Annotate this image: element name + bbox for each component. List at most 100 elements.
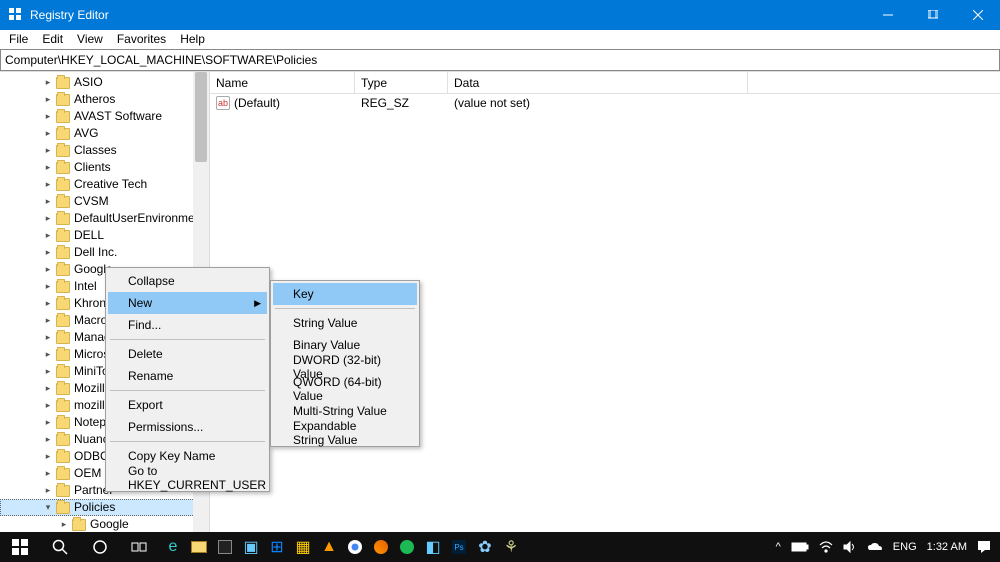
chevron-right-icon[interactable]: ▸	[42, 145, 54, 157]
scrollbar-thumb[interactable]	[195, 72, 207, 162]
taskbar-app-icon[interactable]: ⊞	[264, 532, 290, 562]
chevron-down-icon[interactable]: ▾	[42, 502, 54, 514]
tree-node[interactable]: ▸CVSM	[0, 193, 209, 210]
tree-node[interactable]: ▸Clients	[0, 159, 209, 176]
taskbar-spotify-icon[interactable]	[394, 532, 420, 562]
tray-wifi-icon[interactable]	[814, 541, 838, 553]
chevron-right-icon[interactable]: ▸	[42, 281, 54, 293]
start-button[interactable]	[0, 532, 40, 562]
taskbar-photoshop-icon[interactable]: Ps	[446, 532, 472, 562]
taskbar[interactable]: e ▣ ⊞ ▦ ▲ ◧ Ps ✿ ⚘ ^ ENG 1:32 AM	[0, 532, 1000, 562]
tree-node[interactable]: ▸Atheros	[0, 91, 209, 108]
menu-help[interactable]: Help	[173, 31, 212, 47]
context-menu[interactable]: CollapseNew▶Find... DeleteRename ExportPer…	[105, 267, 270, 492]
chevron-right-icon[interactable]: ▸	[42, 230, 54, 242]
chevron-right-icon[interactable]: ▸	[42, 247, 54, 259]
chevron-right-icon[interactable]: ▸	[42, 468, 54, 480]
address-input[interactable]	[1, 50, 999, 70]
menu-view[interactable]: View	[70, 31, 110, 47]
tree-node[interactable]: ▸Creative Tech	[0, 176, 209, 193]
cortana-button[interactable]	[80, 532, 120, 562]
menu-item[interactable]: QWORD (64-bit) Value	[273, 378, 417, 400]
menu-item[interactable]: Expandable String Value	[273, 422, 417, 444]
menu-item[interactable]: Key	[273, 283, 417, 305]
chevron-right-icon[interactable]: ▸	[42, 111, 54, 123]
col-header-name[interactable]: Name	[210, 72, 355, 93]
tree-node[interactable]: ▸Google	[0, 516, 209, 532]
chevron-right-icon[interactable]: ▸	[42, 196, 54, 208]
taskbar-firefox-icon[interactable]	[368, 532, 394, 562]
close-button[interactable]	[955, 0, 1000, 30]
menu-item[interactable]: Delete	[108, 343, 267, 365]
taskbar-store-icon[interactable]	[212, 532, 238, 562]
taskbar-app-icon[interactable]: ✿	[472, 532, 498, 562]
menu-file[interactable]: File	[2, 31, 35, 47]
chevron-right-icon[interactable]: ▸	[42, 179, 54, 191]
tree-node[interactable]: ▸DELL	[0, 227, 209, 244]
menu-item[interactable]: Rename	[108, 365, 267, 387]
menu-item[interactable]: Collapse	[108, 270, 267, 292]
menu-item[interactable]: Export	[108, 394, 267, 416]
chevron-right-icon[interactable]: ▸	[42, 298, 54, 310]
chevron-right-icon[interactable]: ▸	[42, 485, 54, 497]
chevron-right-icon[interactable]: ▸	[42, 417, 54, 429]
chevron-right-icon[interactable]: ▸	[42, 366, 54, 378]
tree-node-label: AVG	[74, 125, 98, 142]
tree-node[interactable]: ▸ASIO	[0, 74, 209, 91]
taskbar-app-icon[interactable]: ▦	[290, 532, 316, 562]
context-submenu-new[interactable]: KeyString ValueBinary ValueDWORD (32-bit…	[270, 280, 420, 447]
search-button[interactable]	[40, 532, 80, 562]
chevron-right-icon[interactable]: ▸	[42, 434, 54, 446]
menu-item[interactable]: Find...	[108, 314, 267, 336]
tray-battery-icon[interactable]	[786, 542, 814, 552]
chevron-right-icon[interactable]: ▸	[58, 519, 70, 531]
task-view-button[interactable]	[120, 532, 160, 562]
chevron-right-icon[interactable]: ▸	[42, 213, 54, 225]
taskbar-app-icon[interactable]: ▲	[316, 532, 342, 562]
taskbar-app-icon[interactable]: ◧	[420, 532, 446, 562]
tray-expand-icon[interactable]: ^	[771, 541, 786, 553]
tree-node[interactable]: ▸AVAST Software	[0, 108, 209, 125]
chevron-right-icon[interactable]: ▸	[42, 400, 54, 412]
taskbar-chrome-icon[interactable]	[342, 532, 368, 562]
value-type: REG_SZ	[355, 96, 448, 110]
folder-icon	[56, 281, 70, 293]
tree-node[interactable]: ▸ AVG	[0, 125, 209, 142]
menu-item[interactable]: Go to HKEY_CURRENT_USER	[108, 467, 267, 489]
chevron-right-icon[interactable]: ▸	[42, 162, 54, 174]
taskbar-explorer-icon[interactable]	[186, 532, 212, 562]
menu-favorites[interactable]: Favorites	[110, 31, 173, 47]
col-header-data[interactable]: Data	[448, 72, 748, 93]
chevron-right-icon[interactable]: ▸	[42, 451, 54, 463]
menu-separator	[110, 339, 265, 340]
tree-node[interactable]: ▸DefaultUserEnvironment	[0, 210, 209, 227]
chevron-right-icon[interactable]: ▸	[42, 332, 54, 344]
tray-notifications-icon[interactable]	[972, 540, 996, 554]
menu-item[interactable]: Permissions...	[108, 416, 267, 438]
taskbar-edge-icon[interactable]: e	[160, 532, 186, 562]
chevron-right-icon[interactable]: ▸	[42, 94, 54, 106]
tray-language[interactable]: ENG	[888, 541, 922, 553]
tray-onedrive-icon[interactable]	[862, 542, 888, 552]
chevron-right-icon[interactable]: ▸	[42, 349, 54, 361]
chevron-right-icon[interactable]: ▸	[42, 264, 54, 276]
chevron-right-icon[interactable]: ▸	[42, 128, 54, 140]
folder-icon	[56, 315, 70, 327]
menu-edit[interactable]: Edit	[35, 31, 70, 47]
tree-node[interactable]: ▸Classes	[0, 142, 209, 159]
minimize-button[interactable]	[865, 0, 910, 30]
tree-node[interactable]: ▾Policies	[0, 499, 209, 516]
list-row[interactable]: ab (Default) REG_SZ (value not set)	[210, 94, 1000, 112]
menu-item[interactable]: New▶	[108, 292, 267, 314]
tray-volume-icon[interactable]	[838, 541, 862, 553]
taskbar-app-icon[interactable]: ▣	[238, 532, 264, 562]
maximize-button[interactable]	[910, 0, 955, 30]
tree-node[interactable]: ▸Dell Inc.	[0, 244, 209, 261]
col-header-type[interactable]: Type	[355, 72, 448, 93]
taskbar-app-icon[interactable]: ⚘	[498, 532, 524, 562]
chevron-right-icon[interactable]: ▸	[42, 315, 54, 327]
menu-item[interactable]: String Value	[273, 312, 417, 334]
chevron-right-icon[interactable]: ▸	[42, 383, 54, 395]
chevron-right-icon[interactable]: ▸	[42, 77, 54, 89]
tray-clock[interactable]: 1:32 AM	[922, 541, 972, 553]
